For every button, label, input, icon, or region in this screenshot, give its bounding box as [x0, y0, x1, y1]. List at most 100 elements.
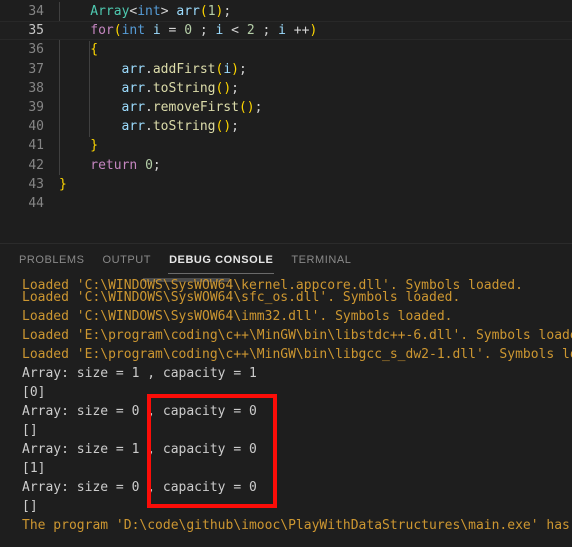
console-line: [0]	[22, 385, 46, 400]
code-token: >	[160, 4, 169, 19]
console-line: Array: size = 1 , capacity = 0	[22, 442, 257, 457]
code-token: arr	[168, 4, 200, 19]
code-line[interactable]: 36 {	[0, 40, 572, 59]
code-token: 1	[207, 4, 216, 19]
code-line-list: 34 Array<int> arr(1); 35 for(int i = 0 ; i …	[0, 0, 572, 213]
code-token: )	[223, 80, 232, 96]
line-number: 44	[28, 195, 44, 211]
bottom-panel: PROBLEMS OUTPUT DEBUG CONSOLE TERMINAL Load…	[0, 243, 572, 547]
code-token: .	[145, 119, 153, 135]
code-token: toString	[152, 80, 216, 96]
code-token: (	[113, 23, 122, 39]
code-token: for	[90, 23, 114, 39]
code-token: }	[59, 176, 67, 192]
code-line[interactable]: 35 for(int i = 0 ; i < 2 ; i ++)	[0, 21, 572, 41]
code-token: )	[246, 99, 255, 115]
code-line[interactable]: 40 arr.toString();	[0, 117, 572, 136]
code-token: ;	[223, 4, 232, 19]
console-line: Loaded 'C:\WINDOWS\SysWOW64\imm32.dll'. …	[22, 309, 453, 324]
code-line[interactable]: 38 arr.toString();	[0, 79, 572, 98]
console-line: []	[22, 423, 38, 438]
console-line: The program 'D:\code\github\imooc\PlayWi…	[22, 518, 572, 533]
code-token: 0	[145, 157, 153, 173]
line-number: 42	[28, 157, 44, 173]
code-token: arr	[121, 61, 146, 77]
code-text: Array<int> arr(1);	[90, 2, 231, 21]
code-text: }	[59, 175, 67, 194]
code-line[interactable]: 43}	[0, 175, 572, 194]
code-token: 0	[184, 23, 193, 39]
code-text: return 0;	[90, 156, 160, 175]
tab-terminal[interactable]: TERMINAL	[282, 247, 360, 274]
console-line: Loaded 'E:\program\coding\c++\MinGW\bin\…	[22, 328, 572, 343]
code-token: addFirst	[152, 61, 216, 77]
panel-tab-bar: PROBLEMS OUTPUT DEBUG CONSOLE TERMINAL	[0, 244, 572, 277]
code-line[interactable]: 42 return 0;	[0, 156, 572, 175]
code-token: (	[238, 99, 247, 115]
line-number: 43	[28, 176, 44, 192]
code-text: arr.toString();	[122, 117, 239, 136]
line-number: 35	[28, 23, 44, 39]
debug-console[interactable]: Loaded 'C:\WINDOWS\SysWOW64\kernel.appco…	[0, 277, 572, 547]
line-number: 39	[28, 99, 44, 115]
code-line[interactable]: 39 arr.removeFirst();	[0, 98, 572, 117]
console-line: Loaded 'E:\program\coding\c++\MinGW\bin\…	[22, 347, 572, 362]
code-token: )	[309, 23, 318, 39]
console-output: Loaded 'C:\WINDOWS\SysWOW64\kernel.appco…	[0, 278, 572, 547]
line-number: 40	[28, 119, 44, 135]
line-number: 41	[28, 138, 44, 154]
code-line[interactable]: 34 Array<int> arr(1);	[0, 2, 572, 21]
tab-output[interactable]: OUTPUT	[94, 247, 161, 274]
console-line: Loaded 'C:\WINDOWS\SysWOW64\sfc_os.dll'.…	[22, 290, 461, 305]
code-token: int	[121, 23, 146, 39]
code-token: .	[145, 99, 153, 115]
code-token: )	[223, 119, 232, 135]
code-token: ;	[231, 80, 239, 96]
code-text: for(int i = 0 ; i < 2 ; i ++)	[90, 21, 317, 40]
console-line: Array: size = 0 , capacity = 0	[22, 480, 257, 495]
code-token: }	[90, 138, 99, 154]
line-number: 38	[28, 80, 44, 96]
code-token: )	[231, 61, 239, 77]
code-token: i	[145, 23, 161, 39]
code-token: {	[90, 42, 99, 58]
code-token: ++	[285, 23, 310, 39]
code-text: arr.toString();	[122, 79, 239, 98]
code-token: Array	[90, 4, 130, 19]
vscode-window: 34 Array<int> arr(1); 35 for(int i = 0 ; i …	[0, 0, 572, 547]
code-text: arr.addFirst(i);	[122, 60, 247, 79]
console-line: Array: size = 1 , capacity = 1	[22, 366, 257, 381]
code-token: ;	[152, 157, 161, 173]
code-line[interactable]: 41}	[0, 136, 572, 155]
tab-debug-console[interactable]: DEBUG CONSOLE	[160, 247, 282, 274]
code-token: ;	[231, 119, 239, 135]
line-number: 37	[28, 61, 44, 77]
code-token: ;	[254, 23, 279, 39]
code-text: {	[90, 40, 98, 59]
code-token: <	[223, 23, 247, 39]
code-token: ;	[192, 23, 216, 39]
code-token: .	[145, 80, 153, 96]
line-number: 34	[28, 4, 44, 19]
code-token: ;	[238, 61, 247, 77]
console-line: Array: size = 0 , capacity = 0	[22, 404, 257, 419]
code-line[interactable]: 44	[0, 194, 572, 213]
code-token: =	[160, 23, 185, 39]
code-token: i	[278, 23, 286, 39]
code-token: (	[199, 4, 208, 19]
tab-problems[interactable]: PROBLEMS	[10, 247, 94, 274]
code-token: arr	[121, 80, 146, 96]
code-token: return	[90, 157, 138, 173]
code-text: arr.removeFirst();	[122, 98, 263, 117]
code-token: arr	[121, 119, 146, 135]
console-line: [1]	[22, 461, 46, 476]
code-token: i	[223, 61, 232, 77]
code-editor[interactable]: 34 Array<int> arr(1); 35 for(int i = 0 ; i …	[0, 0, 572, 243]
console-line: []	[22, 499, 38, 514]
code-token: ;	[254, 99, 263, 115]
code-token: .	[145, 61, 153, 77]
code-token: 2	[246, 23, 255, 39]
code-line[interactable]: 37 arr.addFirst(i);	[0, 60, 572, 79]
code-token: int	[137, 4, 161, 19]
